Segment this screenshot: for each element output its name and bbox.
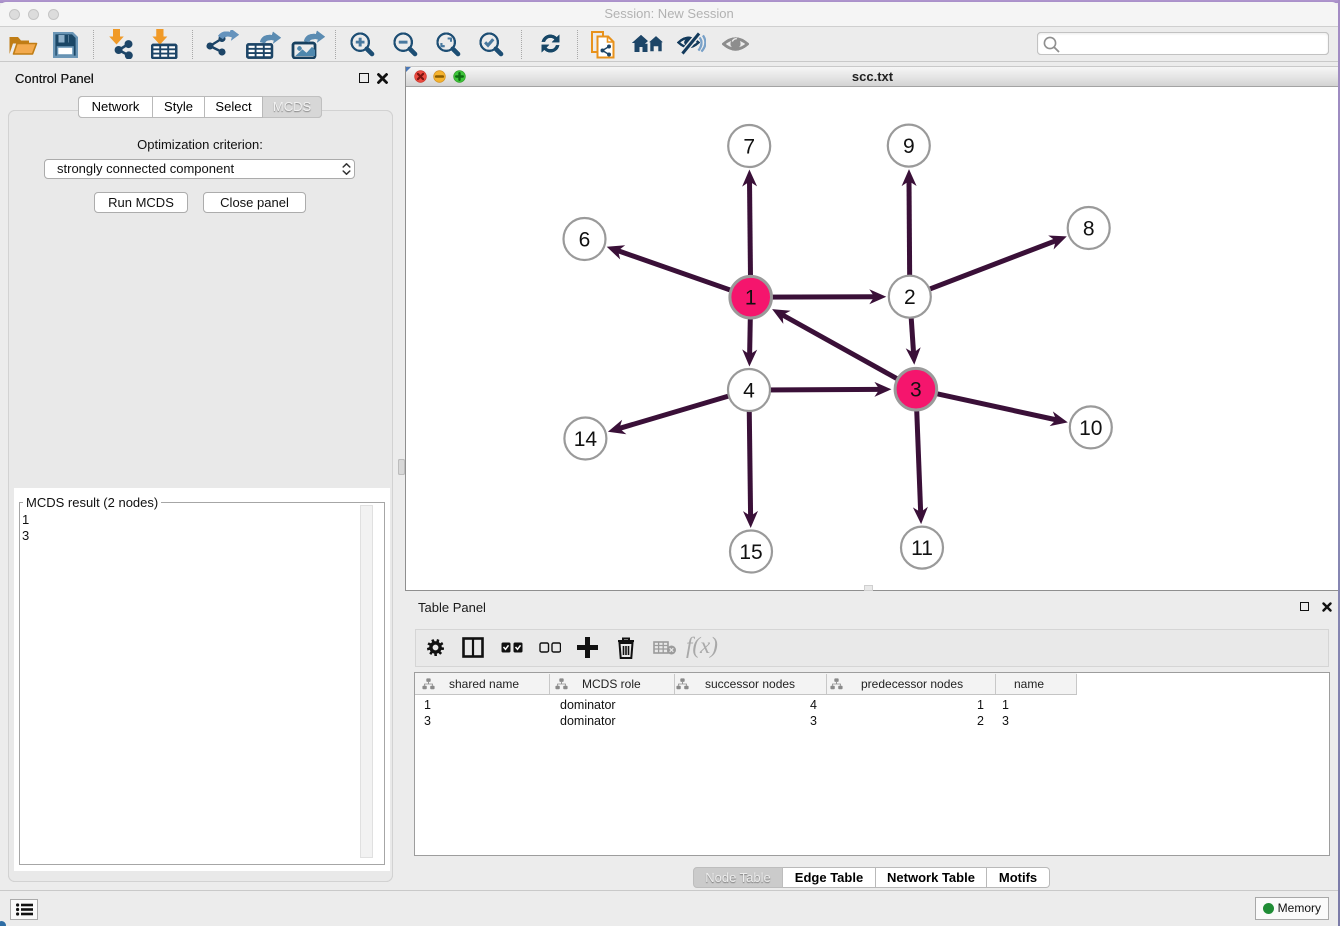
svg-text:10: 10: [1079, 417, 1102, 440]
svg-text:7: 7: [743, 136, 755, 159]
svg-text:4: 4: [743, 380, 755, 403]
svg-text:8: 8: [1083, 218, 1095, 241]
svg-text:6: 6: [579, 229, 591, 252]
svg-text:3: 3: [910, 379, 922, 402]
svg-text:1: 1: [745, 287, 757, 310]
svg-text:14: 14: [574, 428, 598, 451]
svg-text:9: 9: [903, 135, 915, 158]
svg-text:15: 15: [739, 541, 762, 564]
svg-text:11: 11: [911, 537, 933, 560]
svg-text:2: 2: [904, 286, 916, 309]
